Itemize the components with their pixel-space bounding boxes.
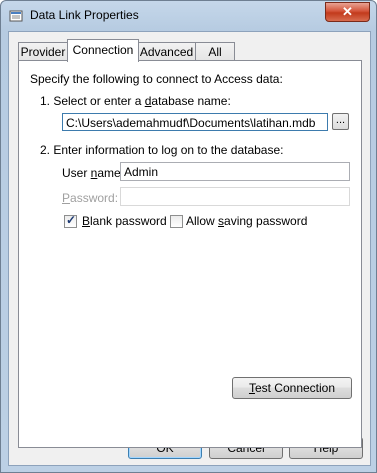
password-label: Password: [62,191,119,205]
close-icon: ✕ [342,4,353,19]
tab-advanced[interactable]: Advanced [137,42,196,61]
step1-label: 1. Select or enter a database name: [40,94,231,108]
tab-connection-label: Connection [72,43,134,57]
username-label: User name: [62,166,125,180]
checkmark-icon: ✓ [66,213,77,227]
step2-label: 2. Enter information to log on to the da… [40,143,284,157]
tab-provider[interactable]: Provider [18,42,68,61]
connection-panel: Specify the following to connect to Acce… [18,60,362,448]
database-name-input[interactable]: C:\Users\ademahmudf\Documents\latihan.md… [62,113,328,131]
test-connection-button[interactable]: Test Connection [232,377,352,399]
close-button[interactable]: ✕ [325,2,370,22]
tab-all-label: All [208,45,222,59]
tab-advanced-label: Advanced [139,45,194,59]
allow-saving-password-label[interactable]: Allow saving password [186,214,307,228]
title-bar[interactable]: Data Link Properties ✕ [1,1,376,31]
window-title: Data Link Properties [30,8,139,22]
intro-text: Specify the following to connect to Acce… [30,72,283,86]
blank-password-label[interactable]: Blank password [82,214,167,228]
dialog-window: Data Link Properties ✕ Provider Connecti… [0,0,377,473]
browse-button[interactable]: ... [332,113,349,130]
tab-all[interactable]: All [195,42,235,61]
allow-saving-password-checkbox[interactable] [170,215,183,228]
tab-provider-label: Provider [20,45,66,59]
dialog-content: Provider Connection Advanced All Specify… [8,31,371,466]
username-input[interactable]: Admin [120,162,350,181]
data-link-app-icon [9,10,23,22]
blank-password-checkbox[interactable]: ✓ [64,213,77,228]
tab-connection[interactable]: Connection [67,39,139,62]
password-input[interactable] [120,187,350,206]
